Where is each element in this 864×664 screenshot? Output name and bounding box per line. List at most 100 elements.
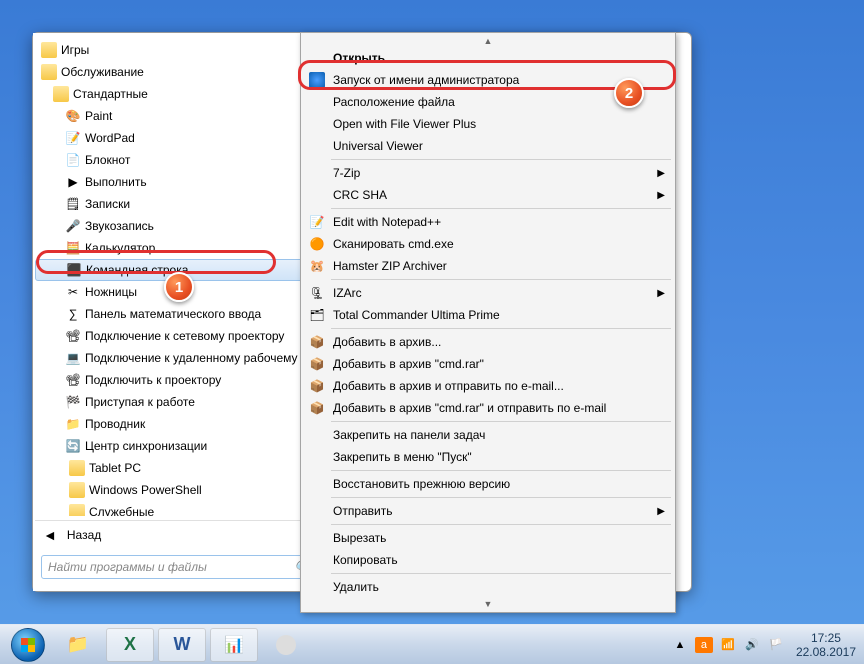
- tray-avast-icon[interactable]: a: [695, 637, 713, 653]
- menu-item-label: Открыть: [333, 51, 385, 65]
- menu-item-label: Сканировать cmd.exe: [333, 237, 454, 251]
- menu-separator: [331, 279, 671, 280]
- context-menu-item[interactable]: 📦 Добавить в архив...: [303, 331, 673, 353]
- program-label: Windows PowerShell: [89, 483, 202, 497]
- program-item[interactable]: Стандартные: [35, 83, 322, 105]
- search-input[interactable]: Найти программы и файлы 🔍: [41, 555, 316, 579]
- winrar-icon: 📦: [309, 334, 325, 350]
- context-menu-item[interactable]: CRC SHA▶: [303, 184, 673, 206]
- menu-item-label: Запуск от имени администратора: [333, 73, 519, 87]
- taskbar-item-taskmgr[interactable]: 📊: [210, 628, 258, 662]
- program-label: Подключение к сетевому проектору: [85, 329, 284, 343]
- program-item[interactable]: 📁Проводник: [35, 413, 322, 435]
- clock-date: 22.08.2017: [796, 645, 856, 659]
- program-item[interactable]: ▶Выполнить: [35, 171, 322, 193]
- taskbar: 📁 X W 📊 ▲ a 📶 🔊 🏳️ 17:25 22.08.2017: [0, 624, 864, 664]
- context-menu-item[interactable]: Копировать: [303, 549, 673, 571]
- program-item[interactable]: Tablet PC: [35, 457, 322, 479]
- context-menu-item[interactable]: 🗂Total Commander Ultima Prime: [303, 304, 673, 326]
- context-menu-item[interactable]: 📦Добавить в архив и отправить по e-mail.…: [303, 375, 673, 397]
- scroll-down-icon[interactable]: ▼: [303, 598, 673, 610]
- context-menu-item[interactable]: 7-Zip▶: [303, 162, 673, 184]
- netproj-icon: 📽: [65, 328, 81, 344]
- scroll-up-icon[interactable]: ▲: [303, 35, 673, 47]
- taskbar-item-word[interactable]: W: [158, 628, 206, 662]
- program-item[interactable]: Windows PowerShell: [35, 479, 322, 501]
- context-menu-item[interactable]: Открыть: [303, 47, 673, 69]
- context-menu-item[interactable]: 📝Edit with Notepad++: [303, 211, 673, 233]
- back-button[interactable]: ◄ Назад: [35, 520, 322, 549]
- menu-item-label: Вырезать: [333, 531, 386, 545]
- menu-item-label: Восстановить прежнюю версию: [333, 477, 510, 491]
- tray-flag-icon[interactable]: 🏳️: [767, 637, 785, 653]
- taskbar-item-excel[interactable]: X: [106, 628, 154, 662]
- context-menu-item[interactable]: Закрепить в меню "Пуск": [303, 446, 673, 468]
- context-menu-item[interactable]: 🗜IZArc▶: [303, 282, 673, 304]
- shield-icon: [309, 72, 325, 88]
- winrar-icon: 📦: [309, 378, 325, 394]
- annotation-callout-2: 2: [614, 78, 644, 108]
- tray-volume-icon[interactable]: 🔊: [743, 637, 761, 653]
- program-item[interactable]: 🏁Приступая к работе: [35, 391, 322, 413]
- taskbar-item-app[interactable]: [262, 628, 310, 662]
- back-arrow-icon: ◄: [43, 527, 57, 543]
- program-label: Ножницы: [85, 285, 137, 299]
- context-menu-item[interactable]: 📦Добавить в архив "cmd.rar": [303, 353, 673, 375]
- app-icon: [276, 635, 296, 655]
- context-menu-item[interactable]: 📦Добавить в архив "cmd.rar" и отправить …: [303, 397, 673, 419]
- context-menu-item[interactable]: 🟠Сканировать cmd.exe: [303, 233, 673, 255]
- monitor-icon: 📊: [224, 635, 244, 655]
- context-menu-item[interactable]: Universal Viewer: [303, 135, 673, 157]
- program-item[interactable]: 📽 Подключение к сетевому проектору: [35, 325, 322, 347]
- menu-item-label: Добавить в архив...: [333, 335, 441, 349]
- menu-separator: [331, 328, 671, 329]
- menu-separator: [331, 421, 671, 422]
- context-menu-item[interactable]: Удалить: [303, 576, 673, 598]
- program-item[interactable]: 📄Блокнот: [35, 149, 322, 171]
- menu-separator: [331, 159, 671, 160]
- program-item[interactable]: 🗒Записки: [35, 193, 322, 215]
- context-menu-item[interactable]: Open with File Viewer Plus: [303, 113, 673, 135]
- context-menu-item[interactable]: Отправить▶: [303, 500, 673, 522]
- program-label: Paint: [85, 109, 112, 123]
- tray-network-icon[interactable]: 📶: [719, 637, 737, 653]
- program-label: Подключить к проектору: [85, 373, 221, 387]
- rdp-icon: 💻: [65, 350, 81, 366]
- sound-icon: 🎤: [65, 218, 81, 234]
- program-label: Выполнить: [85, 175, 147, 189]
- program-item[interactable]: 🎨Paint: [35, 105, 322, 127]
- program-item[interactable]: Игры: [35, 39, 322, 61]
- start-button[interactable]: [4, 626, 52, 664]
- program-item[interactable]: 💻 Подключение к удаленному рабочему: [35, 347, 322, 369]
- winrar-icon: 📦: [309, 356, 325, 372]
- taskbar-clock[interactable]: 17:25 22.08.2017: [796, 631, 856, 659]
- context-menu-item[interactable]: 🐹 Hamster ZIP Archiver: [303, 255, 673, 277]
- explorer-icon: 📁: [65, 416, 81, 432]
- program-label: Игры: [61, 43, 89, 57]
- program-item[interactable]: 🎤 Звукозапись: [35, 215, 322, 237]
- program-item[interactable]: 📽 Подключить к проектору: [35, 369, 322, 391]
- taskbar-item-explorer[interactable]: 📁: [54, 628, 102, 662]
- program-item[interactable]: 🧮Калькулятор: [35, 237, 322, 259]
- program-label: Приступая к работе: [85, 395, 195, 409]
- back-label: Назад: [67, 528, 101, 542]
- menu-item-label: Hamster ZIP Archiver: [333, 259, 447, 273]
- context-menu-item[interactable]: Вырезать: [303, 527, 673, 549]
- program-item[interactable]: 📝WordPad: [35, 127, 322, 149]
- annotation-callout-1: 1: [164, 272, 194, 302]
- program-item[interactable]: 🔄Центр синхронизации: [35, 435, 322, 457]
- program-item[interactable]: Служебные: [35, 501, 322, 516]
- context-menu-item[interactable]: Восстановить прежнюю версию: [303, 473, 673, 495]
- izarc-icon: 🗜: [309, 285, 325, 301]
- hamster-icon: 🐹: [309, 258, 325, 274]
- program-item[interactable]: Обслуживание: [35, 61, 322, 83]
- cmd-icon: ⬛: [66, 262, 82, 278]
- program-label: Подключение к удаленному рабочему: [85, 351, 298, 365]
- menu-item-label: Закрепить в меню "Пуск": [333, 450, 472, 464]
- tray-chevron-icon[interactable]: ▲: [671, 637, 689, 653]
- windows-orb-icon: [11, 628, 45, 662]
- program-label: Звукозапись: [85, 219, 154, 233]
- proj-icon: 📽: [65, 372, 81, 388]
- context-menu-item[interactable]: Закрепить на панели задач: [303, 424, 673, 446]
- program-item[interactable]: ∑Панель математического ввода: [35, 303, 322, 325]
